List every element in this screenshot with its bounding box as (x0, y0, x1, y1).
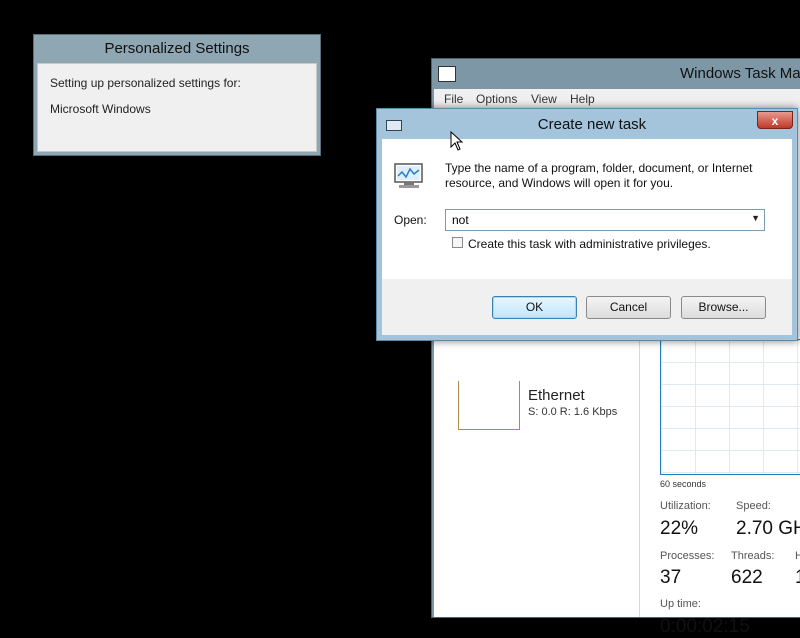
admin-privileges-checkbox[interactable] (452, 237, 463, 248)
menu-options[interactable]: Options (476, 92, 517, 106)
menu-help[interactable]: Help (570, 92, 595, 106)
close-button[interactable]: x (757, 111, 793, 129)
chevron-down-icon[interactable]: ▼ (751, 213, 760, 223)
speed-label: Speed: (736, 500, 771, 512)
ok-button[interactable]: OK (492, 296, 577, 319)
admin-privileges-label[interactable]: Create this task with administrative pri… (468, 237, 711, 251)
personalized-settings-body: Setting up personalized settings for: Mi… (37, 63, 317, 152)
browse-button[interactable]: Browse... (681, 296, 766, 319)
ethernet-throughput: S: 0.0 R: 1.6 Kbps (528, 406, 618, 418)
handles-value: 1 (795, 567, 800, 589)
task-manager-title: Windows Task Mar (680, 65, 800, 82)
dialog-title: Create new task (537, 116, 647, 133)
processes-label: Processes: (660, 550, 715, 562)
open-combobox[interactable]: not ▼ (445, 209, 765, 231)
cancel-button[interactable]: Cancel (586, 296, 671, 319)
open-input-text[interactable]: not (452, 213, 469, 227)
cpu-usage-graph (660, 339, 800, 475)
handles-label: H (795, 550, 800, 562)
processes-value: 37 (660, 567, 682, 588)
dialog-description: Type the name of a program, folder, docu… (445, 161, 753, 190)
speed-value: 2.70 GH (736, 518, 800, 539)
utilization-value: 22% (660, 518, 699, 539)
run-program-icon (394, 163, 423, 188)
ethernet-thumbnail-graph[interactable] (458, 381, 520, 430)
task-manager-menubar: File Options View Help (434, 89, 800, 109)
graph-timespan-label: 60 seconds (660, 479, 707, 489)
personalized-settings-title: Personalized Settings (104, 40, 250, 57)
create-new-task-dialog: Create new task x Type the name of a pro… (376, 108, 798, 341)
ethernet-title[interactable]: Ethernet (528, 387, 585, 404)
dialog-body: Type the name of a program, folder, docu… (382, 139, 792, 335)
menu-view[interactable]: View (531, 92, 557, 106)
task-manager-icon (438, 66, 456, 82)
dialog-button-area: OK Cancel Browse... (382, 279, 792, 335)
mouse-pointer-icon (450, 131, 464, 151)
personalized-settings-line1: Setting up personalized settings for: (50, 76, 241, 90)
uptime-value: 0:00:02:15 (660, 616, 750, 637)
personalized-settings-line2: Microsoft Windows (50, 102, 151, 116)
threads-label: Threads: (731, 550, 775, 562)
menu-file[interactable]: File (444, 92, 463, 106)
utilization-label: Utilization: (660, 500, 711, 512)
personalized-settings-window: Personalized Settings Setting up persona… (33, 34, 321, 156)
open-label: Open: (394, 213, 427, 227)
threads-value: 622 (731, 567, 763, 588)
close-icon: x (771, 114, 779, 128)
